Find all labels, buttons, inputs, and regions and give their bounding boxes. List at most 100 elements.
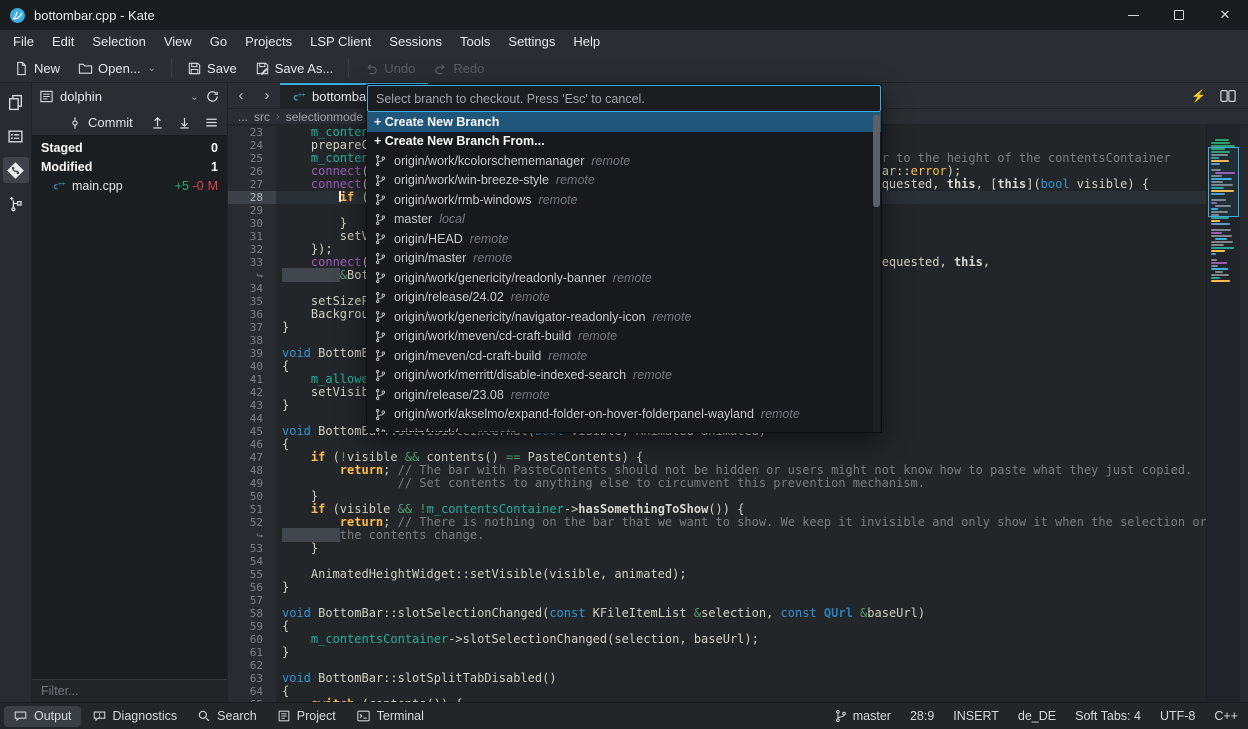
menu-tools[interactable]: Tools xyxy=(451,30,499,54)
git-tool-button[interactable] xyxy=(3,157,29,183)
tab-back-button[interactable]: ‹ xyxy=(228,83,254,109)
branch-item[interactable]: origin/masterremote xyxy=(367,249,881,269)
code-text: the contents change. xyxy=(276,529,1206,542)
dictionary[interactable]: de_DE xyxy=(1018,709,1056,723)
editor-scrollbar-gutter[interactable] xyxy=(1240,125,1248,702)
git-branch-icon xyxy=(374,330,387,343)
menu-selection[interactable]: Selection xyxy=(83,30,154,54)
syntax-language[interactable]: C++ xyxy=(1214,709,1238,723)
cursor-position[interactable]: 28:9 xyxy=(910,709,934,723)
breadcrumb-ellipsis[interactable]: ... xyxy=(238,110,248,124)
project-dropdown-chevron-icon[interactable]: ⌄ xyxy=(190,90,199,103)
branch-search-input[interactable] xyxy=(376,92,872,106)
filter-input[interactable] xyxy=(41,684,218,698)
code-line-58[interactable]: 58void BottomBar::slotSelectionChanged(c… xyxy=(228,607,1206,620)
split-view-icon[interactable] xyxy=(1220,89,1236,103)
modified-file-row[interactable]: c++ main.cpp +5 -0M xyxy=(32,176,227,196)
minimap[interactable] xyxy=(1206,125,1240,702)
commit-button[interactable]: Commit xyxy=(68,115,142,130)
line-number: 61 xyxy=(228,646,276,659)
branch-item[interactable]: origin/release/23.08remote xyxy=(367,385,881,405)
branch-item-meta: remote xyxy=(470,232,509,246)
branch-item[interactable]: origin/work/…remote xyxy=(367,424,881,432)
menu-view[interactable]: View xyxy=(155,30,201,54)
line-number: 52 xyxy=(228,516,276,529)
code-line-56[interactable]: 56} xyxy=(228,581,1206,594)
modified-group-row[interactable]: Modified 1 xyxy=(32,157,227,176)
branch-item[interactable]: origin/work/win-breeze-styleremote xyxy=(367,171,881,191)
save-as-icon xyxy=(255,61,270,76)
branch-item[interactable]: origin/meven/cd-craft-buildremote xyxy=(367,346,881,366)
branch-action-item[interactable]: + Create New Branch xyxy=(367,112,881,132)
git-branch-status[interactable]: master xyxy=(834,709,891,723)
branch-action-item[interactable]: + Create New Branch From... xyxy=(367,132,881,152)
menu-sessions[interactable]: Sessions xyxy=(380,30,451,54)
new-button[interactable]: New xyxy=(6,56,68,80)
save-icon xyxy=(187,61,202,76)
minimap-mark xyxy=(1215,238,1227,240)
popup-scrollbar-thumb[interactable] xyxy=(873,115,880,207)
panel-button-diagnostics[interactable]: Diagnostics xyxy=(83,706,187,727)
undo-button[interactable]: Undo xyxy=(356,56,423,80)
code-line-63[interactable]: 63void BottomBar::slotSplitTabDisabled() xyxy=(228,672,1206,685)
menu-edit[interactable]: Edit xyxy=(43,30,83,54)
maximize-button[interactable] xyxy=(1156,0,1202,30)
tab-settings[interactable]: Soft Tabs: 4 xyxy=(1075,709,1141,723)
minimize-button[interactable] xyxy=(1110,0,1156,30)
branches-tool-button[interactable] xyxy=(3,191,29,217)
git-pull-icon[interactable] xyxy=(177,115,192,130)
branch-item[interactable]: origin/work/genericity/readonly-bannerre… xyxy=(367,268,881,288)
projects-tool-button[interactable] xyxy=(3,123,29,149)
input-mode[interactable]: INSERT xyxy=(953,709,999,723)
code-line-53[interactable]: 53 } xyxy=(228,542,1206,555)
git-menu-icon[interactable] xyxy=(204,115,219,130)
branch-item[interactable]: masterlocal xyxy=(367,210,881,230)
minimap-viewport[interactable] xyxy=(1208,147,1239,217)
branch-item[interactable]: origin/work/merritt/disable-indexed-sear… xyxy=(367,366,881,386)
staged-count: 0 xyxy=(211,141,218,155)
breadcrumb-src[interactable]: src xyxy=(254,110,270,124)
svg-text:++: ++ xyxy=(298,92,306,99)
branch-item[interactable]: origin/work/akselmo/expand-folder-on-hov… xyxy=(367,405,881,425)
menu-file[interactable]: File xyxy=(4,30,43,54)
branch-item[interactable]: origin/work/meven/cd-craft-buildremote xyxy=(367,327,881,347)
git-push-icon[interactable] xyxy=(150,115,165,130)
menu-help[interactable]: Help xyxy=(564,30,609,54)
code-line-49[interactable]: 49 // Set contents to anything else to c… xyxy=(228,477,1206,490)
panel-button-terminal[interactable]: Terminal xyxy=(347,706,433,727)
refresh-icon[interactable] xyxy=(205,89,220,104)
minimap-mark xyxy=(1211,259,1217,261)
menu-bar: FileEditSelectionViewGoProjectsLSP Clien… xyxy=(0,30,1248,54)
code-line-55[interactable]: 55 AnimatedHeightWidget::setVisible(visi… xyxy=(228,568,1206,581)
save-as-button[interactable]: Save As... xyxy=(247,56,342,80)
menu-settings[interactable]: Settings xyxy=(499,30,564,54)
branch-item[interactable]: origin/work/kcolorschememanagerremote xyxy=(367,151,881,171)
minimize-icon xyxy=(1128,15,1139,16)
tab-forward-button[interactable]: › xyxy=(254,83,280,109)
branch-item[interactable]: origin/work/rmb-windowsremote xyxy=(367,190,881,210)
quick-open-icon[interactable]: ⚡ xyxy=(1191,89,1206,103)
branch-item-meta: remote xyxy=(761,407,800,421)
branch-item[interactable]: origin/release/24.02remote xyxy=(367,288,881,308)
close-button[interactable]: ✕ xyxy=(1202,0,1248,30)
menu-projects[interactable]: Projects xyxy=(236,30,301,54)
branch-item[interactable]: origin/work/genericity/navigator-readonl… xyxy=(367,307,881,327)
menu-go[interactable]: Go xyxy=(201,30,236,54)
panel-button-label: Output xyxy=(34,709,72,723)
encoding[interactable]: UTF-8 xyxy=(1160,709,1195,723)
code-line-61[interactable]: 61} xyxy=(228,646,1206,659)
panel-button-output[interactable]: Output xyxy=(4,706,81,727)
redo-button[interactable]: Redo xyxy=(425,56,492,80)
code-line-60[interactable]: 60 m_contentsContainer->slotSelectionCha… xyxy=(228,633,1206,646)
open-folder-icon xyxy=(78,61,93,76)
open-button[interactable]: Open... ⌄ xyxy=(70,56,164,80)
panel-button-search[interactable]: Search xyxy=(188,706,266,727)
documents-tool-button[interactable] xyxy=(3,89,29,115)
breadcrumb-selectionmode[interactable]: selectionmode xyxy=(286,110,363,124)
menu-lsp-client[interactable]: LSP Client xyxy=(301,30,380,54)
branch-item[interactable]: origin/HEADremote xyxy=(367,229,881,249)
save-button[interactable]: Save xyxy=(179,56,245,80)
staged-group-row[interactable]: Staged 0 xyxy=(32,138,227,157)
panel-button-project[interactable]: Project xyxy=(268,706,345,727)
code-line-wrap[interactable]: ↪ the contents change. xyxy=(228,529,1206,542)
